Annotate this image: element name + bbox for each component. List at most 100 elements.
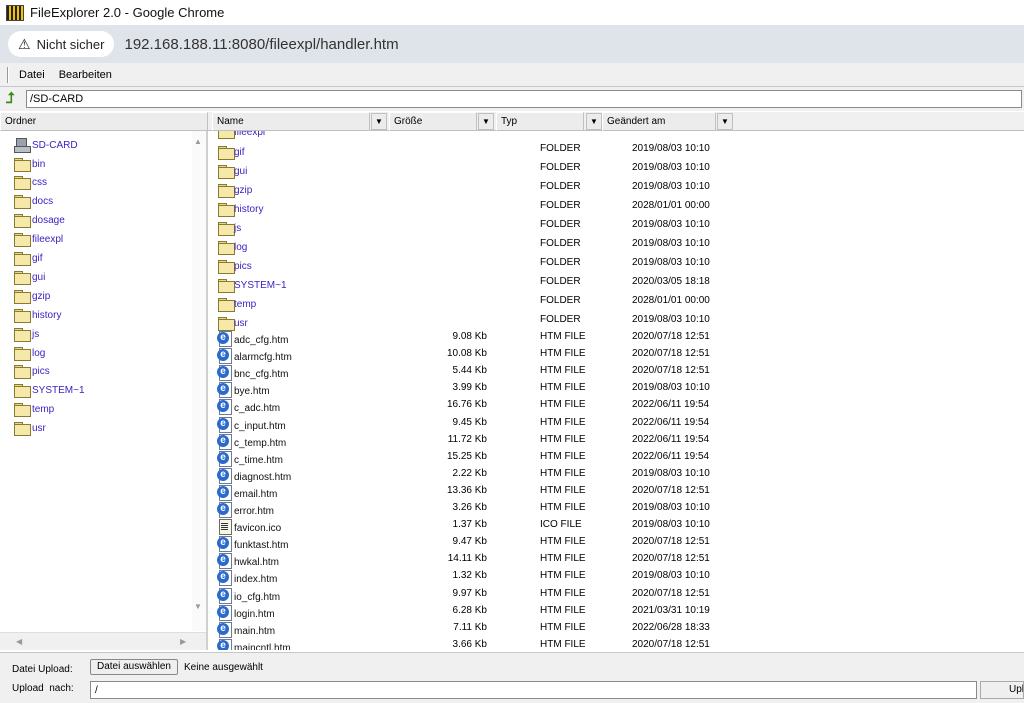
tree-item-label: fileexpl xyxy=(32,234,64,246)
file-name: c_temp.htm xyxy=(234,437,287,449)
tree-item-dosage[interactable]: dosage xyxy=(14,212,65,230)
folder-up-icon[interactable]: ⮥ xyxy=(6,91,22,107)
scroll-up-arrow-icon[interactable]: ▲ xyxy=(194,137,202,146)
menu-item-bearbeiten[interactable]: Bearbeiten xyxy=(59,69,112,81)
column-header-name[interactable]: Name xyxy=(212,112,370,131)
tree-item-sd-card[interactable]: SD-CARD xyxy=(14,136,78,154)
list-item[interactable]: fileexpl xyxy=(210,131,1024,140)
table-row[interactable]: maincntl.htm 3.66 Kb HTM FILE 2020/07/18 12… xyxy=(210,638,1024,650)
scroll-right-arrow-icon[interactable]: ▶ xyxy=(180,637,186,646)
table-row[interactable]: gzip FOLDER 2019/08/03 10:10 xyxy=(210,181,1024,198)
folder-icon xyxy=(218,165,235,179)
file-type: HTM FILE xyxy=(540,638,586,650)
upload-button[interactable]: Upload xyxy=(980,681,1024,699)
folder-icon xyxy=(14,233,31,248)
upload-target-input[interactable] xyxy=(90,681,977,699)
file-size: 1.37 Kb xyxy=(452,519,487,531)
column-header-size[interactable]: Größe xyxy=(389,112,477,131)
htm-file-icon xyxy=(217,570,232,587)
file-date: 2020/07/18 12:51 xyxy=(632,365,710,377)
tree-item-system-1[interactable]: SYSTEM~1 xyxy=(14,382,85,400)
scroll-left-arrow-icon[interactable]: ◀ xyxy=(16,637,22,646)
file-name: index.htm xyxy=(234,574,278,586)
window-titlebar: FileExplorer 2.0 - Google Chrome xyxy=(0,0,1024,25)
tree-horizontal-scrollbar[interactable]: ◀ ▶ xyxy=(0,632,206,650)
tree-item-js[interactable]: js xyxy=(14,325,39,343)
file-type: HTM FILE xyxy=(540,450,586,462)
folder-tree: SD-CARD bin css docs dosage fileexpl gif gui gz… xyxy=(0,131,208,650)
table-row[interactable]: c_temp.htm 11.72 Kb HTM FILE 2022/06/11 19:… xyxy=(210,433,1024,451)
table-row[interactable]: alarmcfg.htm 10.08 Kb HTM FILE 2020/07/18 1… xyxy=(210,348,1024,365)
file-type: HTM FILE xyxy=(540,433,586,445)
security-badge[interactable]: ⚠ Nicht sicher xyxy=(8,31,115,57)
table-row[interactable]: login.htm 6.28 Kb HTM FILE 2021/03/31 10:19 xyxy=(210,604,1024,622)
file-date: 2021/03/31 10:19 xyxy=(632,604,710,616)
folder-icon xyxy=(218,184,235,198)
file-date: 2019/08/03 10:10 xyxy=(632,162,710,173)
menu-item-datei[interactable]: Datei xyxy=(19,69,45,81)
table-row[interactable]: temp FOLDER 2028/01/01 00:00 xyxy=(210,295,1024,312)
column-header-changed[interactable]: Geändert am xyxy=(602,112,716,131)
table-row[interactable]: c_time.htm 15.25 Kb HTM FILE 2022/06/11 19:… xyxy=(210,450,1024,468)
tree-item-temp[interactable]: temp xyxy=(14,401,54,419)
table-row[interactable]: bye.htm 3.99 Kb HTM FILE 2019/08/03 10:10 xyxy=(210,382,1024,399)
file-name: c_adc.htm xyxy=(234,403,281,415)
tree-item-gzip[interactable]: gzip xyxy=(14,287,50,305)
table-row[interactable]: gif FOLDER 2019/08/03 10:10 xyxy=(210,143,1024,160)
file-size: 3.66 Kb xyxy=(452,638,487,650)
type-sort-dropdown[interactable]: ▼ xyxy=(586,113,602,130)
table-row[interactable]: usr FOLDER 2019/08/03 10:10 xyxy=(210,314,1024,331)
tree-item-usr[interactable]: usr xyxy=(14,420,46,438)
folder-icon xyxy=(14,270,31,285)
table-row[interactable]: error.htm 3.26 Kb HTM FILE 2019/08/03 10:10 xyxy=(210,502,1024,519)
table-row[interactable]: pics FOLDER 2019/08/03 10:10 xyxy=(210,257,1024,274)
tree-vertical-scrollbar[interactable]: ▲ ▼ xyxy=(192,131,206,631)
folder-icon xyxy=(14,214,31,229)
tree-item-log[interactable]: log xyxy=(14,344,45,362)
table-row[interactable]: history FOLDER 2028/01/01 00:00 xyxy=(210,200,1024,217)
table-row[interactable]: js FOLDER 2019/08/03 10:10 xyxy=(210,219,1024,236)
column-header-folder[interactable]: Ordner xyxy=(0,112,208,131)
tree-item-gif[interactable]: gif xyxy=(14,250,43,268)
tree-item-gui[interactable]: gui xyxy=(14,268,45,286)
table-row[interactable]: bnc_cfg.htm 5.44 Kb HTM FILE 2020/07/18 12:… xyxy=(210,365,1024,382)
table-row[interactable]: diagnost.htm 2.22 Kb HTM FILE 2019/08/03 10… xyxy=(210,467,1024,485)
name-sort-dropdown[interactable]: ▼ xyxy=(371,113,387,130)
table-row[interactable]: funktast.htm 9.47 Kb HTM FILE 2020/07/18 12… xyxy=(210,536,1024,553)
table-row[interactable]: email.htm 13.36 Kb HTM FILE 2020/07/18 12:5… xyxy=(210,484,1024,502)
table-row[interactable]: SYSTEM~1 FOLDER 2020/03/05 18:18 xyxy=(210,276,1024,293)
changed-sort-dropdown[interactable]: ▼ xyxy=(717,113,733,130)
file-name: maincntl.htm xyxy=(234,642,291,650)
url-field[interactable]: 192.168.188.11:8080/fileexpl/handler.htm xyxy=(124,36,398,53)
tree-item-docs[interactable]: docs xyxy=(14,193,53,211)
file-date: 2022/06/11 19:54 xyxy=(632,433,710,445)
table-row[interactable]: log FOLDER 2019/08/03 10:10 xyxy=(210,238,1024,255)
table-row[interactable]: adc_cfg.htm 9.08 Kb HTM FILE 2020/07/18 12:… xyxy=(210,331,1024,348)
table-row[interactable]: io_cfg.htm 9.97 Kb HTM FILE 2020/07/18 12:5… xyxy=(210,587,1024,605)
table-row[interactable]: hwkal.htm 14.11 Kb HTM FILE 2020/07/18 12:5… xyxy=(210,553,1024,570)
file-type: HTM FILE xyxy=(540,502,586,513)
file-date: 2020/03/05 18:18 xyxy=(632,276,710,287)
table-row[interactable]: gui FOLDER 2019/08/03 10:10 xyxy=(210,162,1024,179)
folder-icon xyxy=(14,403,31,418)
tree-item-bin[interactable]: bin xyxy=(14,155,45,173)
table-row[interactable]: index.htm 1.32 Kb HTM FILE 2019/08/03 10:10 xyxy=(210,570,1024,587)
choose-file-button[interactable]: Datei auswählen xyxy=(90,659,178,675)
tree-item-pics[interactable]: pics xyxy=(14,363,50,381)
file-size: 7.11 Kb xyxy=(453,621,487,633)
file-type: HTM FILE xyxy=(540,382,586,394)
table-row[interactable]: c_adc.htm 16.76 Kb HTM FILE 2022/06/11 19:5… xyxy=(210,399,1024,416)
folder-icon xyxy=(218,146,235,160)
table-row[interactable]: main.htm 7.11 Kb HTM FILE 2022/06/28 18:33 xyxy=(210,621,1024,639)
table-row[interactable]: c_input.htm 9.45 Kb HTM FILE 2022/06/11 19:… xyxy=(210,416,1024,434)
tree-item-history[interactable]: history xyxy=(14,306,61,324)
column-header-type[interactable]: Typ xyxy=(496,112,584,131)
table-row[interactable]: favicon.ico 1.37 Kb ICO FILE 2019/08/03 10:… xyxy=(210,519,1024,536)
scroll-down-arrow-icon[interactable]: ▼ xyxy=(194,602,202,611)
file-name: bnc_cfg.htm xyxy=(234,369,289,381)
tree-item-fileexpl[interactable]: fileexpl xyxy=(14,231,63,249)
tree-item-label: gzip xyxy=(32,290,51,302)
path-input[interactable] xyxy=(26,90,1022,108)
tree-item-css[interactable]: css xyxy=(14,174,47,192)
size-sort-dropdown[interactable]: ▼ xyxy=(478,113,494,130)
